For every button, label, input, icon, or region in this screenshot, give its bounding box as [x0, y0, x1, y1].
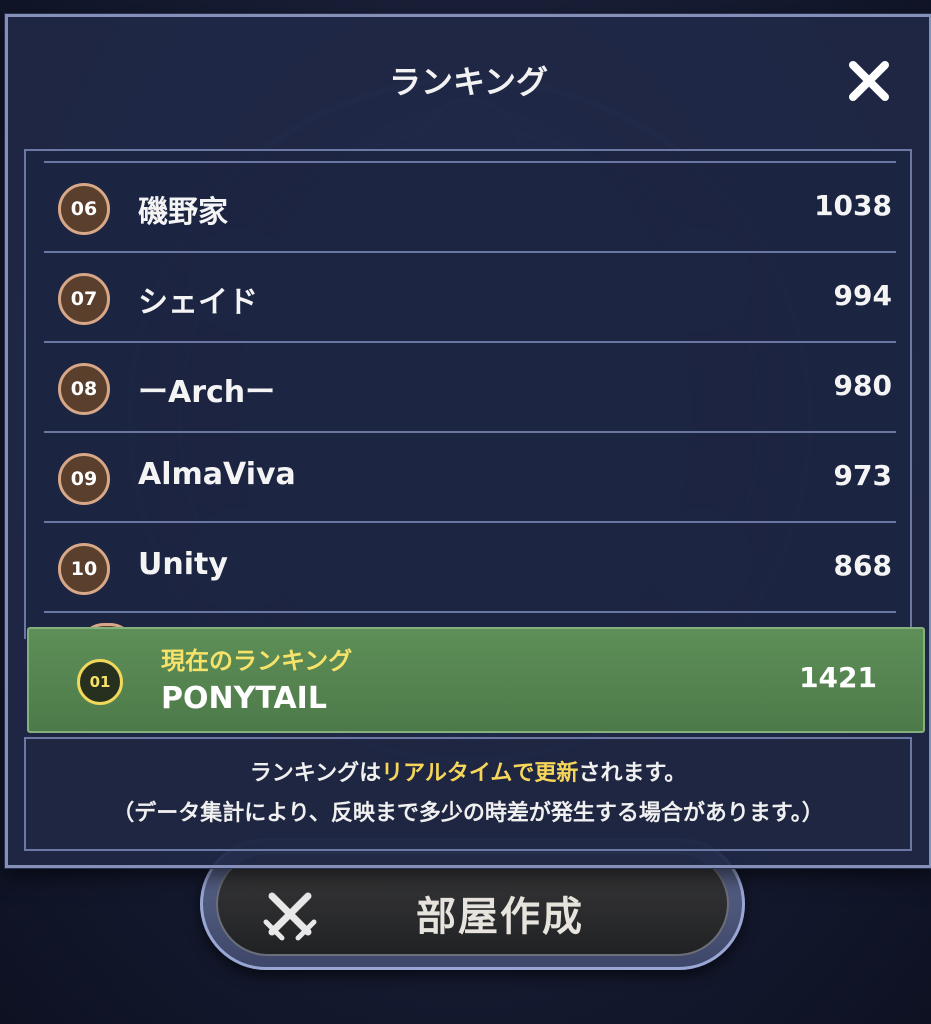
current-ranking-label: 現在のランキング [161, 647, 353, 675]
rank-badge: 08 [58, 363, 110, 415]
create-room-label: 部屋作成 [416, 894, 584, 940]
ranking-row: 06 磯野家 1038 [44, 161, 896, 253]
ranking-list[interactable]: 06 磯野家 1038 07 シェイド 994 08 ーArchー 980 09… [24, 149, 912, 639]
close-icon[interactable] [847, 59, 891, 103]
team-name: ーArchー [138, 375, 276, 410]
current-team-name: PONYTAIL [161, 681, 327, 716]
team-score: 868 [833, 549, 892, 582]
rank-badge: 09 [58, 453, 110, 505]
notice-box: ランキングはリアルタイムで更新されます。 （データ集計により、反映まで多少の時差… [24, 737, 912, 851]
team-name: 磯野家 [138, 195, 228, 230]
ranking-row: 09 AlmaViva 973 [44, 433, 896, 523]
current-ranking-row: 01 現在のランキング PONYTAIL 1421 [27, 627, 925, 733]
rank-badge: 06 [58, 183, 110, 235]
notice-highlight: リアルタイムで更新 [381, 761, 579, 786]
ranking-row: 08 ーArchー 980 [44, 343, 896, 433]
team-name: Unity [138, 547, 228, 582]
notice-line-1: ランキングはリアルタイムで更新されます。 [26, 755, 910, 787]
rank-badge: 07 [58, 273, 110, 325]
dialog-title: ランキング [388, 63, 549, 101]
team-score: 980 [833, 369, 892, 402]
crossed-swords-icon [263, 892, 317, 941]
notice-suffix: されます。 [578, 761, 687, 786]
team-score: 994 [833, 279, 892, 312]
ranking-dialog: ランキング 06 磯野家 1038 07 シェイド 994 08 ーArchー … [5, 14, 931, 868]
ranking-row: 10 Unity 868 [44, 523, 896, 613]
team-score: 1038 [814, 189, 892, 222]
ranking-row: 07 シェイド 994 [44, 253, 896, 343]
rank-badge: 10 [58, 543, 110, 595]
notice-line-2: （データ集計により、反映まで多少の時差が発生する場合があります。） [112, 801, 824, 826]
team-name: AlmaViva [138, 457, 296, 492]
current-rank-badge: 01 [77, 659, 123, 705]
game-screen: 部屋作成 ランキング 06 磯野家 1038 07 シェイド 994 08 ーA… [0, 0, 931, 1024]
notice-prefix: ランキングは [249, 761, 382, 786]
team-score: 973 [833, 459, 892, 492]
team-name: シェイド [138, 285, 258, 320]
current-team-score: 1421 [799, 661, 877, 694]
